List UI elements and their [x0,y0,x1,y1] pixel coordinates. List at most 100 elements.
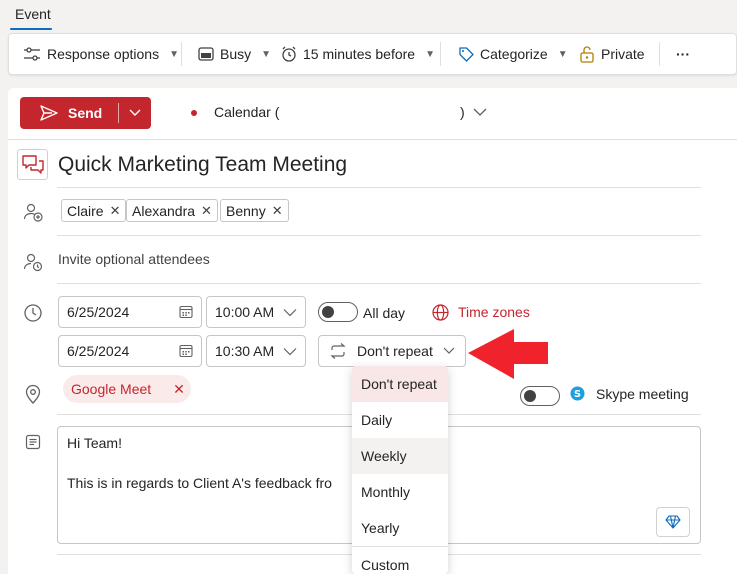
start-time-field[interactable]: 10:00 AM [206,296,306,328]
send-icon [40,105,58,121]
chevron-down-icon [283,347,297,355]
alarm-clock-icon [282,46,296,62]
divider [57,283,701,284]
diamond-icon [665,515,681,529]
svg-text:S: S [574,389,581,400]
reminder-button[interactable]: 15 minutes before ▼ [281,34,435,74]
attendee-name: Claire [67,202,104,219]
location-pin-icon [23,384,43,404]
private-button[interactable]: Private [579,34,645,74]
tab-event[interactable]: Event [15,6,51,22]
end-date-value: 6/25/2024 [67,343,130,359]
remove-location-icon[interactable]: ✕ [173,381,185,398]
chevron-down-icon: ▼ [557,48,568,60]
repeat-option-yearly[interactable]: Yearly [352,510,448,546]
repeat-icon [330,343,346,359]
send-label: Send [68,105,103,121]
categorize-label: Categorize [480,46,548,62]
attendee-name: Alexandra [132,202,196,219]
calendar-selector-close: ) [460,104,465,120]
toolbar-divider [659,42,660,66]
tag-icon [459,47,474,62]
chevron-down-icon: ▼ [425,48,435,60]
calendar-selector[interactable]: Calendar ( [214,104,279,120]
skype-meeting-label: Skype meeting [596,386,689,402]
start-time-value: 10:00 AM [215,304,275,320]
attendee-chip[interactable]: Claire ✕ [61,199,127,222]
end-time-field[interactable]: 10:30 AM [206,335,306,367]
toolbar-divider [181,42,182,66]
repeat-option-daily[interactable]: Daily [352,402,448,438]
location-chip[interactable]: Google Meet ✕ [63,375,191,403]
remove-attendee-icon[interactable]: ✕ [272,203,283,219]
repeat-dropdown[interactable]: Don't repeat [318,335,466,367]
event-title-input[interactable]: Quick Marketing Team Meeting [58,153,347,177]
sliders-icon [24,47,40,61]
calendar-color-dot [191,110,197,116]
toolbar-divider [440,42,441,66]
repeat-option-dont-repeat[interactable]: Don't repeat [352,366,448,402]
attendee-chip[interactable]: Benny ✕ [220,199,289,222]
chevron-down-icon [283,308,297,316]
end-date-field[interactable]: 6/25/2024 [58,335,202,367]
optional-attendee-icon [23,252,43,272]
add-people-icon [23,202,43,222]
divider [57,235,701,236]
skype-icon: S [570,386,585,404]
private-label: Private [601,46,645,62]
repeat-menu: Don't repeat Daily Weekly Monthly Yearly… [352,366,448,574]
repeat-value: Don't repeat [357,343,433,359]
premium-diamond-button[interactable] [656,507,690,537]
calendar-icon[interactable] [179,305,193,319]
more-options-button[interactable]: ··· [676,34,690,74]
response-options-label: Response options [47,46,160,62]
location-value: Google Meet [71,381,152,397]
repeat-option-monthly[interactable]: Monthly [352,474,448,510]
chevron-down-icon[interactable] [473,104,487,120]
send-button[interactable]: Send [20,97,118,129]
reminder-label: 15 minutes before [303,46,416,62]
chevron-down-icon [443,347,455,354]
chevron-down-icon: ▼ [261,48,272,60]
start-date-value: 6/25/2024 [67,304,130,320]
categorize-button[interactable]: Categorize ▼ [458,34,568,74]
body-text-line: This is in regards to Client A's feedbac… [67,475,332,491]
remove-attendee-icon[interactable]: ✕ [201,203,212,219]
end-time-value: 10:30 AM [215,343,275,359]
arrow-annotation-icon [468,329,548,384]
calendar-icon[interactable] [179,344,193,358]
repeat-option-weekly[interactable]: Weekly [352,438,448,474]
response-options-button[interactable]: Response options ▼ [23,34,179,74]
send-options-button[interactable] [119,97,151,129]
repeat-option-custom[interactable]: Custom [352,547,448,574]
busy-button[interactable]: Busy ▼ [198,34,271,74]
busy-label: Busy [220,46,252,62]
attendee-name: Benny [226,202,266,219]
body-text-line: Hi Team! [67,435,122,451]
event-type-icon[interactable] [17,149,48,180]
chat-bubbles-icon [21,154,44,174]
calendar-busy-icon [198,47,214,61]
start-date-field[interactable]: 6/25/2024 [58,296,202,328]
optional-attendees-input[interactable]: Invite optional attendees [58,251,210,267]
remove-attendee-icon[interactable]: ✕ [110,203,121,219]
send-split-button: Send [20,97,151,129]
skype-meeting-toggle[interactable] [520,386,560,406]
globe-icon[interactable] [432,304,449,324]
tab-active-indicator [10,28,52,30]
ribbon-toolbar: Response options ▼ Busy ▼ 15 minutes bef… [8,33,737,75]
more-options-icon: ··· [676,46,690,62]
clock-icon [23,303,43,323]
divider [57,187,701,188]
all-day-label: All day [363,305,406,321]
notes-icon [23,432,43,452]
chevron-down-icon: ▼ [169,48,179,60]
time-zones-link[interactable]: Time zones [458,304,530,320]
toggle-knob [524,390,536,402]
lock-open-icon [580,45,594,63]
attendee-chip[interactable]: Alexandra ✕ [126,199,218,222]
toggle-knob [322,306,334,318]
divider [8,139,737,140]
chevron-down-icon [129,109,141,116]
all-day-toggle[interactable] [318,302,358,322]
